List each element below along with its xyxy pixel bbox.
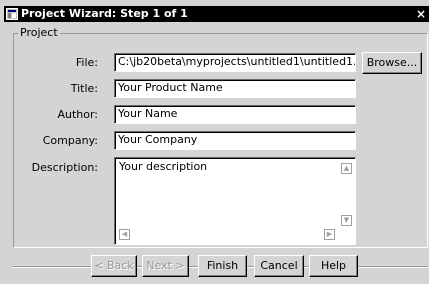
- file-field[interactable]: C:\jb20beta\myprojects\untitled1\untitle…: [114, 53, 356, 72]
- browse-button[interactable]: Browse...: [362, 52, 422, 74]
- close-icon[interactable]: ×: [415, 6, 427, 22]
- description-text: Your description: [119, 160, 208, 173]
- project-wizard-dialog: Project Wizard: Step 1 of 1 × Project Fi…: [0, 0, 429, 284]
- wizard-window-icon: [6, 8, 18, 20]
- scroll-up-icon[interactable]: ▲: [341, 163, 352, 174]
- next-button[interactable]: Next >: [142, 255, 189, 277]
- description-label: Description:: [31, 161, 98, 174]
- title-label: Title:: [70, 82, 98, 95]
- scroll-right-icon[interactable]: ▶: [324, 229, 335, 240]
- company-label: Company:: [42, 134, 98, 147]
- project-group-legend: Project: [18, 26, 60, 39]
- author-field[interactable]: Your Name: [114, 105, 356, 124]
- finish-button[interactable]: Finish: [198, 255, 247, 277]
- cancel-button[interactable]: Cancel: [254, 255, 304, 277]
- window-title: Project Wizard: Step 1 of 1: [21, 7, 188, 20]
- file-label: File:: [75, 56, 98, 69]
- description-textarea[interactable]: Your description ▲ ▼ ◀ ▶: [114, 157, 356, 245]
- dialog-body: Project File: C:\jb20beta\myprojects\unt…: [0, 22, 429, 284]
- author-label: Author:: [57, 108, 98, 121]
- title-field[interactable]: Your Product Name: [114, 79, 356, 98]
- scroll-down-icon[interactable]: ▼: [341, 215, 352, 226]
- company-field[interactable]: Your Company: [114, 131, 356, 150]
- help-button[interactable]: Help: [309, 255, 358, 277]
- title-bar[interactable]: Project Wizard: Step 1 of 1 ×: [4, 6, 429, 22]
- back-button[interactable]: < Back: [91, 255, 137, 277]
- scroll-left-icon[interactable]: ◀: [119, 229, 130, 240]
